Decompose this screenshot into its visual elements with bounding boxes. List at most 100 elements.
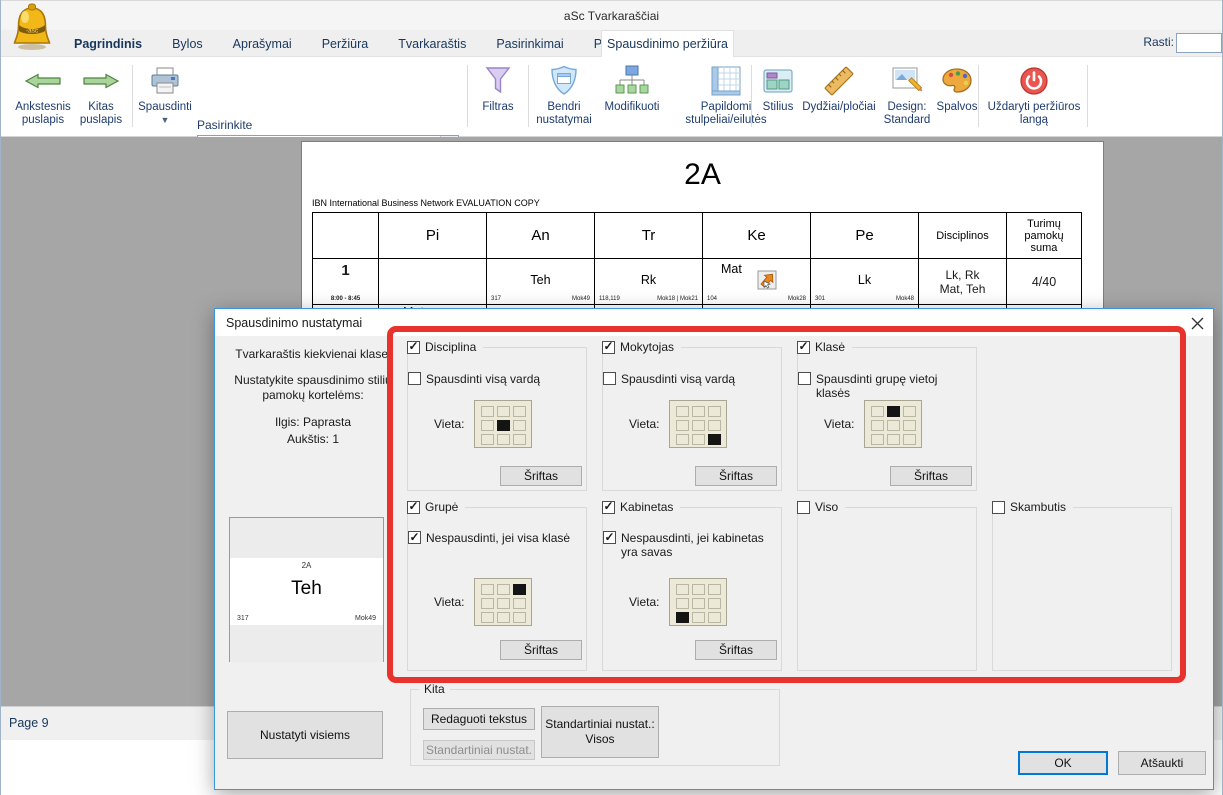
position-cell[interactable] (676, 598, 689, 609)
klase-checkbox[interactable] (797, 341, 810, 354)
font-button-klase[interactable]: Šriftas (890, 466, 972, 486)
ruler-icon (799, 63, 879, 99)
menu-item-pasirinkimai[interactable]: Pasirinkimai (481, 37, 578, 51)
position-cell[interactable] (887, 406, 900, 417)
font-button-disciplina[interactable]: Šriftas (500, 466, 582, 486)
menu-item-bylos[interactable]: Bylos (157, 37, 218, 51)
position-cell[interactable] (513, 584, 526, 595)
font-button-kabinetas[interactable]: Šriftas (695, 640, 777, 660)
tab-spausdinimo-perziura[interactable]: Spausdinimo peržiūra (601, 30, 734, 57)
position-cell[interactable] (903, 406, 916, 417)
position-cell[interactable] (887, 420, 900, 431)
header-cell-tr: Tr (595, 213, 703, 259)
position-cell[interactable] (481, 598, 494, 609)
find-input[interactable] (1176, 33, 1222, 53)
position-cell[interactable] (708, 612, 721, 623)
position-cell[interactable] (513, 420, 526, 431)
position-cell[interactable] (676, 584, 689, 595)
position-cell[interactable] (513, 434, 526, 445)
edit-texts-button[interactable]: Redaguoti tekstus (423, 708, 535, 730)
next-page-button[interactable]: Kitas puslapis (73, 63, 129, 127)
position-grid-klase (864, 400, 922, 448)
position-cell[interactable] (903, 420, 916, 431)
position-cell[interactable] (481, 612, 494, 623)
position-cell[interactable] (708, 598, 721, 609)
position-cell[interactable] (903, 434, 916, 445)
style-button[interactable]: Stilius (755, 63, 801, 114)
design-button[interactable]: Design: Standard (877, 63, 937, 127)
menu-item-pagrindinis[interactable]: Pagrindinis (59, 37, 157, 51)
position-cell[interactable] (692, 434, 705, 445)
modify-button[interactable]: Modifikuoti (597, 63, 667, 114)
no-print-if-whole-class-checkbox[interactable] (408, 531, 421, 544)
position-cell[interactable] (676, 612, 689, 623)
font-button-grupe[interactable]: Šriftas (500, 640, 582, 660)
position-cell[interactable] (497, 420, 510, 431)
sizes-widths-button[interactable]: Dydžiai/pločiai (799, 63, 879, 114)
defaults-button[interactable]: Standartiniai nustat. (423, 740, 535, 760)
position-cell[interactable] (497, 584, 510, 595)
position-cell[interactable] (513, 612, 526, 623)
position-cell[interactable] (676, 434, 689, 445)
position-cell[interactable] (481, 434, 494, 445)
position-cell[interactable] (481, 420, 494, 431)
position-cell[interactable] (497, 598, 510, 609)
menu-item-perziura[interactable]: Peržiūra (307, 37, 384, 51)
filter-button[interactable]: Filtras (471, 63, 525, 114)
print-button[interactable]: Spausdinti ▼ (135, 63, 195, 127)
position-cell[interactable] (708, 420, 721, 431)
position-cell[interactable] (887, 434, 900, 445)
drag-card-icon (755, 268, 779, 297)
no-print-if-own-room-checkbox[interactable] (603, 531, 616, 544)
mokytojas-checkbox[interactable] (602, 341, 615, 354)
position-cell[interactable] (513, 598, 526, 609)
position-grid-mokytojas (669, 400, 727, 448)
position-cell[interactable] (497, 434, 510, 445)
position-cell[interactable] (871, 406, 884, 417)
position-cell[interactable] (871, 420, 884, 431)
position-cell[interactable] (708, 584, 721, 595)
header-cell-empty (313, 213, 379, 259)
colors-button[interactable]: Spalvos (931, 63, 983, 114)
general-settings-button[interactable]: Bendri nustatymai (533, 63, 595, 127)
position-cell[interactable] (676, 406, 689, 417)
viso-checkbox[interactable] (797, 501, 810, 514)
position-cell[interactable] (481, 584, 494, 595)
position-cell[interactable] (513, 406, 526, 417)
position-cell[interactable] (708, 434, 721, 445)
position-cell[interactable] (871, 434, 884, 445)
position-cell[interactable] (497, 612, 510, 623)
position-cell[interactable] (676, 420, 689, 431)
position-cell[interactable] (692, 598, 705, 609)
asc-logo-bell-icon[interactable]: -asc (9, 3, 55, 56)
dialog-close-icon[interactable] (1188, 314, 1206, 332)
ok-button[interactable]: OK (1018, 751, 1108, 775)
card-preview-thumbnail: 2A Teh 317 Mok49 (229, 517, 384, 662)
close-preview-button[interactable]: Uždaryti peržiūros langą (985, 63, 1083, 127)
sum-cell: 4/40 (1007, 259, 1082, 305)
print-full-name-checkbox[interactable] (603, 372, 616, 385)
position-cell[interactable] (692, 420, 705, 431)
defaults-all-button[interactable]: Standartiniai nustat.: Visos (541, 706, 659, 758)
funnel-icon (471, 63, 525, 99)
set-for-all-button[interactable]: Nustatyti visiems (227, 711, 383, 759)
menu-item-tvarkarastis[interactable]: Tvarkaraštis (383, 37, 481, 51)
grupe-checkbox[interactable] (407, 501, 420, 514)
position-cell[interactable] (692, 584, 705, 595)
position-cell[interactable] (692, 406, 705, 417)
position-cell[interactable] (708, 406, 721, 417)
menu-item-aprasymai[interactable]: Aprašymai (218, 37, 307, 51)
position-cell[interactable] (692, 612, 705, 623)
font-button-mokytojas[interactable]: Šriftas (695, 466, 777, 486)
skambutis-checkbox[interactable] (992, 501, 1005, 514)
position-cell[interactable] (481, 406, 494, 417)
cancel-button[interactable]: Atšaukti (1118, 751, 1206, 775)
print-full-name-checkbox[interactable] (408, 372, 421, 385)
kabinetas-checkbox[interactable] (602, 501, 615, 514)
ribbon-separator (751, 65, 752, 127)
print-group-instead-checkbox[interactable] (798, 372, 811, 385)
disciplina-checkbox[interactable] (407, 341, 420, 354)
previous-page-button[interactable]: Ankstesnis puslapis (11, 63, 75, 127)
position-cell[interactable] (497, 406, 510, 417)
app-window: aSc Tvarkaraščiai -asc Pagrindinis Bylos… (0, 0, 1223, 795)
